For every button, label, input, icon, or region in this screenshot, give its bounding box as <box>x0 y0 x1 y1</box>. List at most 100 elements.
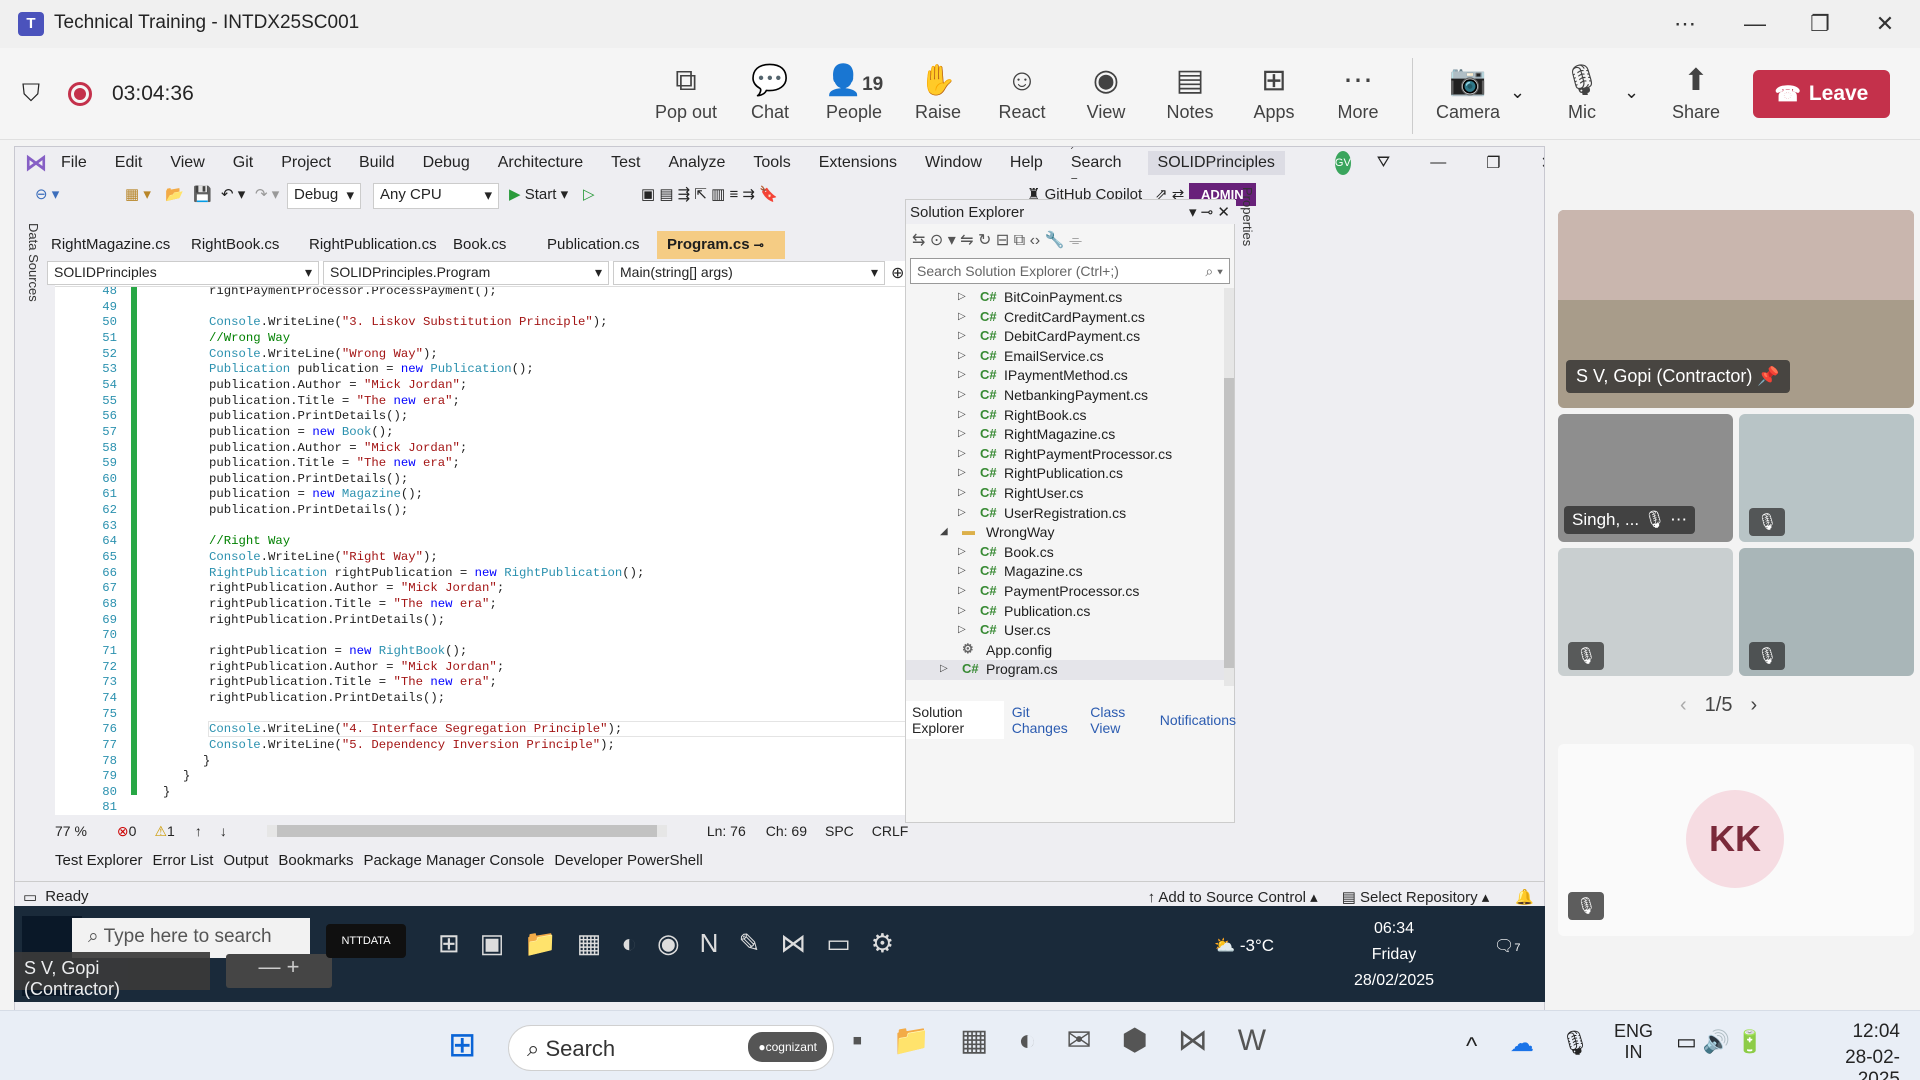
vs-minimize-icon[interactable]: — <box>1430 154 1446 172</box>
expand-arrow-icon[interactable]: ▷ <box>958 507 966 518</box>
prev-issue-icon[interactable]: ↑ <box>195 823 202 839</box>
code-line[interactable]: Publication publication = new Publicatio… <box>209 362 534 376</box>
chat-button[interactable]: 💬 Chat <box>730 62 810 134</box>
horizontal-scrollbar-thumb[interactable] <box>276 825 657 837</box>
menu-build[interactable]: Build <box>359 154 395 172</box>
next-issue-icon[interactable]: ↓ <box>220 823 227 839</box>
code-line[interactable]: } <box>183 769 190 783</box>
participant-video-main[interactable]: S V, Gopi (Contractor) 📌 <box>1558 210 1914 408</box>
expand-arrow-icon[interactable]: ▷ <box>958 369 966 380</box>
code-line[interactable]: publication.PrintDetails(); <box>209 503 408 517</box>
vs-restore-icon[interactable]: ❐ <box>1486 153 1500 173</box>
code-line[interactable]: publication.Title = "The new era"; <box>209 456 460 470</box>
data-sources-tab[interactable]: Data Sources <box>15 219 41 909</box>
tab-bookmarks[interactable]: Bookmarks <box>278 852 353 869</box>
react-button[interactable]: ☺ React <box>982 62 1062 134</box>
project-dropdown[interactable]: SOLIDPrinciples ▾ <box>47 261 319 285</box>
menu-git[interactable]: Git <box>233 154 253 172</box>
expand-arrow-icon[interactable]: ▷ <box>958 428 966 439</box>
tab-git-changes[interactable]: Git Changes <box>1012 704 1075 736</box>
class-dropdown[interactable]: SOLIDPrinciples.Program ▾ <box>323 261 609 285</box>
platform-select[interactable]: Any CPU ▾ <box>373 183 499 209</box>
code-line[interactable]: rightPublication.PrintDetails(); <box>209 613 445 627</box>
whitespace-indicator[interactable]: SPC <box>825 823 854 839</box>
split-editor-icon[interactable]: ⊕ <box>891 263 904 283</box>
expand-arrow-icon[interactable]: ▷ <box>958 585 966 596</box>
redo-icon[interactable]: ↷ ▾ <box>255 185 279 203</box>
participant-video-5[interactable]: 🎙 <box>1739 548 1914 676</box>
show-hidden-icons-icon[interactable]: ^ <box>1466 1033 1477 1061</box>
language-indicator[interactable]: ENG IN <box>1614 1021 1653 1063</box>
pinned-apps[interactable]: ▪📁▦◐✉⬢⋈W <box>852 1023 1296 1058</box>
tree-item[interactable]: ▷ C# Book.cs <box>906 543 1224 563</box>
tree-item[interactable]: ▷ C# PaymentProcessor.cs <box>906 582 1224 602</box>
more-options-icon[interactable]: ⋯ <box>1660 6 1710 42</box>
code-line[interactable]: //Wrong Way <box>209 331 290 345</box>
vs-close-icon[interactable]: ✕ <box>1541 153 1544 173</box>
tree-item[interactable]: ▷ C# Magazine.cs <box>906 562 1224 582</box>
new-project-icon[interactable]: ▦ ▾ <box>125 185 151 203</box>
code-line[interactable]: //Right Way <box>209 534 290 548</box>
code-line[interactable]: publication = new Magazine(); <box>209 487 423 501</box>
tree-item[interactable]: ▷ C# IPaymentMethod.cs <box>906 366 1224 386</box>
tab-rightbook[interactable]: RightBook.cs <box>181 231 289 259</box>
solution-explorer-toolbar[interactable]: ⇆ ⊙ ▾ ⇋ ↻ ⊟ ⧉ ‹› 🔧 ⌯ <box>912 230 1082 250</box>
zoom-controls[interactable]: — + <box>226 954 332 988</box>
code-line[interactable]: Console.WriteLine("5. Dependency Inversi… <box>209 738 615 752</box>
menu-architecture[interactable]: Architecture <box>498 154 583 172</box>
expand-arrow-icon[interactable]: ▷ <box>958 409 966 420</box>
expand-arrow-icon[interactable]: ▷ <box>958 487 966 498</box>
tab-developer-powershell[interactable]: Developer PowerShell <box>554 852 702 869</box>
open-folder-icon[interactable]: 📂 <box>165 185 184 203</box>
undo-icon[interactable]: ↶ ▾ <box>221 185 245 203</box>
cloud-icon[interactable]: ☁ <box>1510 1029 1534 1058</box>
configuration-select[interactable]: Debug ▾ <box>287 183 361 209</box>
menu-tools[interactable]: Tools <box>753 154 790 172</box>
code-line[interactable]: rightPublication.PrintDetails(); <box>209 691 445 705</box>
panel-controls-icon[interactable]: ▾ ⊸ ✕ <box>1189 203 1230 221</box>
tab-rightpublication[interactable]: RightPublication.cs <box>299 231 447 259</box>
tab-package-manager-console[interactable]: Package Manager Console <box>363 852 544 869</box>
restore-icon[interactable]: ❐ <box>1795 6 1845 42</box>
tab-solution-explorer[interactable]: Solution Explorer <box>906 701 1004 739</box>
expand-arrow-icon[interactable]: ▷ <box>958 330 966 341</box>
code-line[interactable]: publication.PrintDetails(); <box>209 409 408 423</box>
view-button[interactable]: ◉ View <box>1066 62 1146 134</box>
tab-notifications[interactable]: Notifications <box>1160 712 1236 728</box>
code-line[interactable]: rightPublication.Author = "Mick Jordan"; <box>209 660 504 674</box>
warning-count[interactable]: 1 <box>167 823 175 839</box>
tree-item[interactable]: ◢ ▬ WrongWay <box>906 523 1224 543</box>
pin-icon[interactable]: 📌 <box>1757 366 1779 386</box>
menu-edit[interactable]: Edit <box>115 154 143 172</box>
code-line[interactable]: Console.WriteLine("3. Liskov Substitutio… <box>209 315 608 329</box>
menu-test[interactable]: Test <box>611 154 640 172</box>
more-button[interactable]: ⋯ More <box>1318 62 1398 134</box>
tree-item[interactable]: ▷ C# Program.cs <box>906 660 1224 680</box>
tab-test-explorer[interactable]: Test Explorer <box>55 852 143 869</box>
prev-page-icon[interactable]: ‹ <box>1680 694 1687 717</box>
expand-arrow-icon[interactable]: ▷ <box>958 467 966 478</box>
line-ending-indicator[interactable]: CRLF <box>872 823 909 839</box>
code-line[interactable]: publication.Author = "Mick Jordan"; <box>209 441 467 455</box>
tree-item[interactable]: ▷ C# RightBook.cs <box>906 406 1224 426</box>
tree-item[interactable]: ▷ C# BitCoinPayment.cs <box>906 288 1224 308</box>
tree-item[interactable]: ▷ C# RightMagazine.cs <box>906 425 1224 445</box>
tree-item[interactable]: ▷ C# Publication.cs <box>906 602 1224 622</box>
leave-button[interactable]: ☎ Leave <box>1753 70 1890 118</box>
code-line[interactable]: rightPublication = new RightBook(); <box>209 644 467 658</box>
solution-search-input[interactable]: Search Solution Explorer (Ctrl+;) ⌕ ▾ <box>910 258 1230 284</box>
code-line[interactable]: Console.WriteLine("Right Way"); <box>209 550 438 564</box>
mic-button[interactable]: 🎙 Mic <box>1542 62 1622 134</box>
code-line[interactable]: } <box>163 785 170 799</box>
expand-arrow-icon[interactable]: ▷ <box>958 624 966 635</box>
tree-item[interactable]: ▷ C# EmailService.cs <box>906 347 1224 367</box>
apps-button[interactable]: ⊞ Apps <box>1234 62 1314 134</box>
tab-output[interactable]: Output <box>223 852 268 869</box>
error-count[interactable]: 0 <box>129 823 137 839</box>
expand-arrow-icon[interactable]: ▷ <box>958 448 966 459</box>
menu-analyze[interactable]: Analyze <box>668 154 725 172</box>
participant-video-3[interactable]: 🎙 <box>1739 414 1914 542</box>
tree-item[interactable]: ▷ C# UserRegistration.cs <box>906 504 1224 524</box>
close-icon[interactable]: ✕ <box>1860 6 1910 42</box>
expand-arrow-icon[interactable]: ▷ <box>958 389 966 400</box>
